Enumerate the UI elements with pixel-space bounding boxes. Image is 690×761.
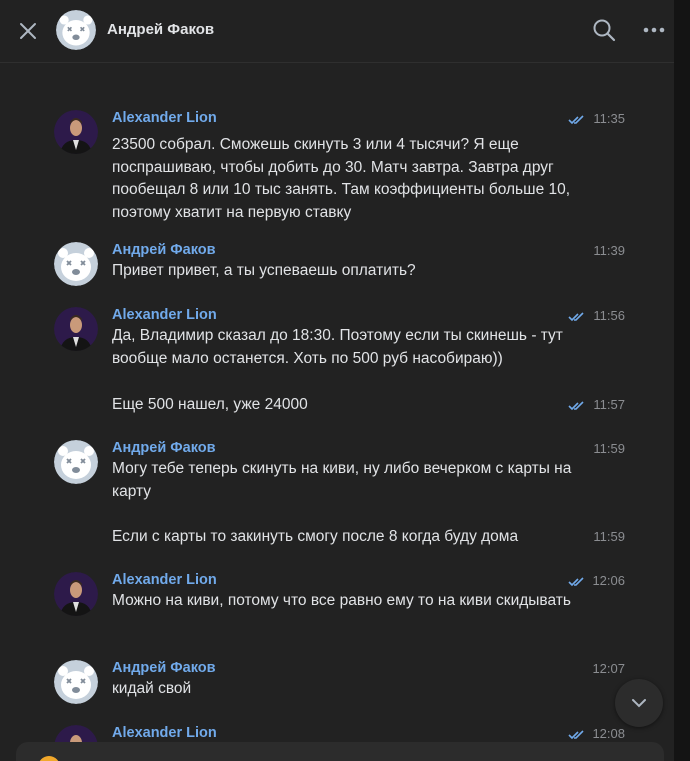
message-text: кидай свой [112,680,192,697]
message-time[interactable]: 11:59 [565,441,625,456]
user-photo-icon [54,110,98,154]
search-button[interactable] [590,16,618,44]
message-text: Привет привет, а ты успеваешь оплатить? [112,262,416,279]
message-time[interactable]: 12:07 [565,661,625,676]
deactivated-bear-icon [54,440,98,484]
message-time[interactable]: 11:56 [565,308,625,323]
message-time[interactable]: 12:06 [565,573,625,588]
message-author[interactable]: Alexander Lion [112,307,217,323]
message-time[interactable]: 11:39 [565,243,625,258]
message-author[interactable]: Андрей Факов [112,242,216,258]
message-author[interactable]: Alexander Lion [112,110,217,126]
message-text: Еще 500 нашел, уже 24000 [112,396,308,413]
chat-title[interactable]: Андрей Факов [107,21,214,38]
close-button[interactable] [14,17,42,45]
emoji-icon[interactable] [38,756,60,761]
user-photo-icon [54,307,98,351]
user-photo-icon [54,572,98,616]
message-author[interactable]: Alexander Lion [112,572,217,588]
avatar-alexander[interactable] [54,307,98,351]
message-author[interactable]: Андрей Факов [112,440,216,456]
message-time[interactable]: 11:35 [565,111,625,126]
search-icon [593,19,616,42]
more-icon [643,27,665,33]
chevron-down-icon [632,699,646,708]
more-button[interactable] [640,16,668,44]
deactivated-bear-icon [54,660,98,704]
header-avatar[interactable] [56,10,96,50]
message-author[interactable]: Alexander Lion [112,725,217,741]
deactivated-bear-icon [54,242,98,286]
chat-header: Андрей Факов [0,0,674,63]
chat-panel: Андрей Факов Alexander Lion 11:35 23500 … [0,0,674,761]
avatar-andrey[interactable] [54,660,98,704]
scrollbar[interactable] [674,0,690,761]
message-text: Да, Владимир сказал до 18:30. Поэтому ес… [112,327,568,367]
close-icon [20,23,36,39]
message-time[interactable]: 12:08 [565,726,625,741]
avatar-alexander[interactable] [54,110,98,154]
avatar-andrey[interactable] [54,242,98,286]
scroll-down-button[interactable] [615,679,663,727]
message-text: Могу тебе теперь скинуть на киви, ну либ… [112,460,576,500]
avatar-alexander[interactable] [54,572,98,616]
message-author[interactable]: Андрей Факов [112,660,216,676]
avatar-andrey[interactable] [54,440,98,484]
message-text: Можно на киви, потому что все равно ему … [112,592,571,609]
deactivated-bear-icon [56,10,96,50]
message-text: 23500 собрал. Сможешь скинуть 3 или 4 ты… [112,136,575,221]
message-composer[interactable] [16,742,664,761]
message-text: Если с карты то закинуть смогу после 8 к… [112,528,519,545]
